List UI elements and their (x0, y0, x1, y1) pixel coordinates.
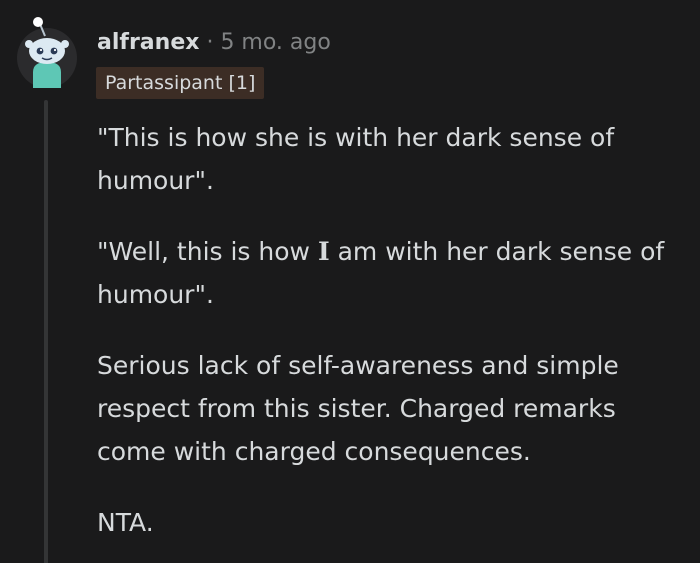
comment-paragraph: Serious lack of self-awareness and simpl… (97, 351, 619, 466)
user-avatar[interactable] (14, 14, 80, 90)
snoo-avatar-icon (17, 17, 77, 88)
comment-header: alfranex · 5 mo. ago (97, 28, 331, 58)
comment-paragraph: NTA. (97, 508, 154, 537)
emphasized-text: I (317, 237, 330, 266)
meta-separator: · (206, 30, 214, 55)
comment-paragraph: "This is how she is with her dark sense … (97, 123, 615, 195)
comment: alfranex · 5 mo. ago Partassipant [1] "T… (0, 0, 700, 563)
user-flair: Partassipant [1] (96, 67, 265, 99)
thread-collapse-line[interactable] (44, 100, 48, 563)
paragraph-text: "Well, this is how (97, 237, 318, 266)
comment-paragraph: "Well, this is how I am with her dark se… (97, 230, 687, 316)
comment-timestamp[interactable]: 5 mo. ago (220, 28, 330, 58)
author-username[interactable]: alfranex (97, 28, 199, 58)
comment-body: "This is how she is with her dark sense … (97, 116, 687, 563)
